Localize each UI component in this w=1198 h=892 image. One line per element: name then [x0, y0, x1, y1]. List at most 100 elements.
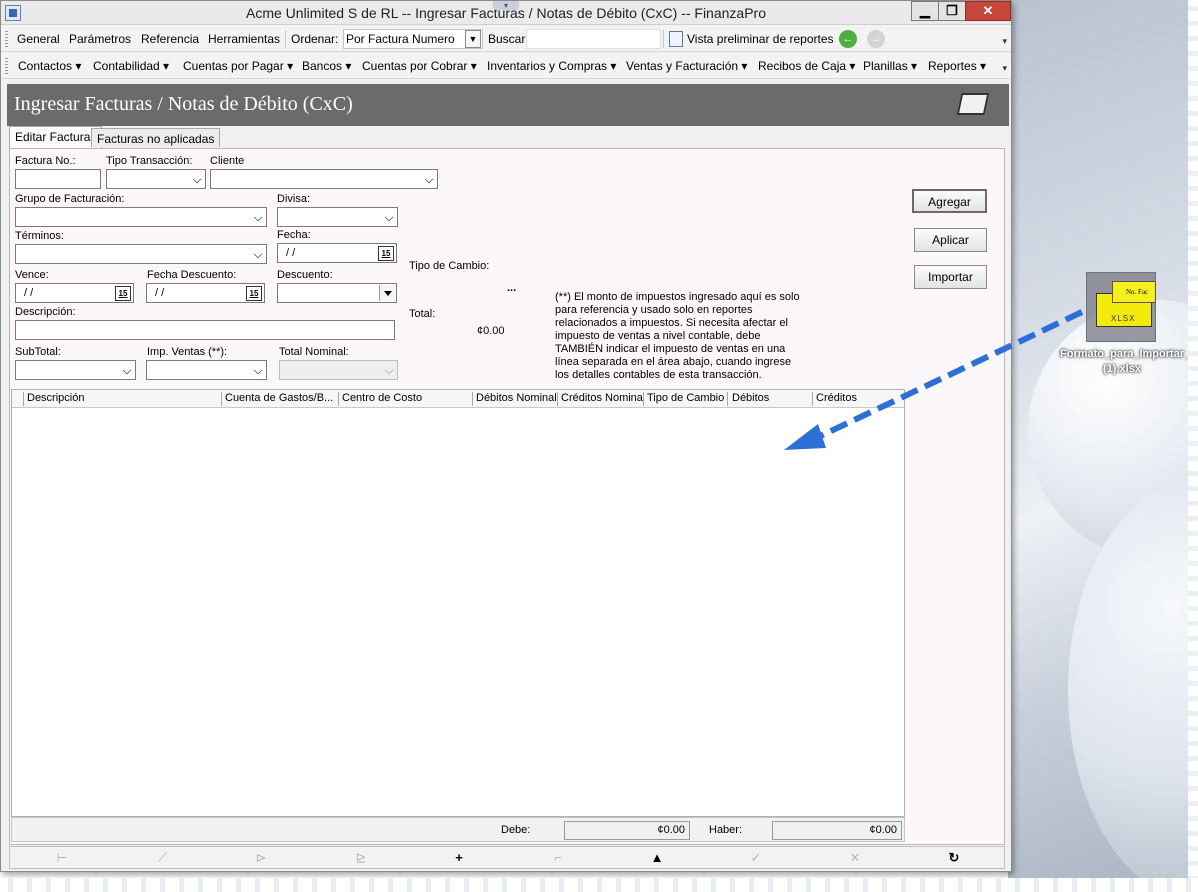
chevron-down-icon — [253, 365, 263, 375]
cancel-record-icon[interactable]: ✕ — [847, 850, 863, 866]
column-separator[interactable] — [812, 392, 813, 406]
importar-button[interactable]: Importar — [914, 265, 987, 289]
edit-record-icon[interactable]: ⌐ — [550, 850, 566, 866]
menu-planillas[interactable]: Planillas ▾ — [863, 59, 917, 73]
column-header-tipo-cambio[interactable]: Tipo de Cambio — [647, 392, 727, 404]
tab-facturas-no-aplicadas[interactable]: Facturas no aplicadas — [91, 128, 221, 147]
vence-date-input[interactable]: / / 15 — [15, 283, 134, 303]
xlsx-file-name[interactable]: Formato_para_Importar_C...r (1).xlsx — [1060, 347, 1198, 377]
column-separator[interactable] — [23, 392, 24, 406]
calendar-icon[interactable]: 15 — [378, 246, 394, 261]
imp-ventas-label: Imp. Ventas (**): — [147, 346, 228, 358]
debe-label: Debe: — [501, 824, 531, 836]
column-header-creditos[interactable]: Créditos — [816, 392, 896, 404]
toolbar-grip[interactable] — [5, 31, 8, 47]
calendar-icon[interactable]: 15 — [246, 286, 262, 301]
subtotal-select[interactable] — [15, 360, 136, 380]
menu-recibos-de-caja[interactable]: Recibos de Caja ▾ — [758, 59, 855, 73]
tipo-cambio-value[interactable]: ... — [507, 282, 516, 294]
column-separator[interactable] — [221, 392, 222, 406]
grupo-facturacion-select[interactable] — [15, 207, 267, 227]
fecha-descuento-value: / / — [155, 287, 165, 299]
search-label: Buscar: — [488, 32, 529, 46]
close-button[interactable]: ✕ — [965, 1, 1011, 21]
forward-arrow-icon[interactable]: → — [867, 30, 885, 48]
record-navigator: ⊢ ⟋ ⊳ ⊵ + ⌐ ▲ ✓ ✕ ↻ — [9, 846, 1005, 869]
descripcion-input[interactable] — [15, 320, 395, 340]
restore-button[interactable]: ❐ — [938, 1, 966, 21]
aplicar-button[interactable]: Aplicar — [914, 228, 987, 252]
menu-contactos[interactable]: Contactos ▾ — [18, 59, 81, 73]
imp-ventas-select[interactable] — [146, 360, 267, 380]
column-separator[interactable] — [557, 392, 558, 406]
refresh-icon[interactable]: ↻ — [946, 850, 962, 866]
fecha-descuento-date-input[interactable]: / / 15 — [146, 283, 265, 303]
fecha-date-input[interactable]: / / 15 — [277, 243, 397, 263]
main-toolbar: General Parámetros Referencia Herramient… — [1, 26, 1011, 52]
column-separator[interactable] — [472, 392, 473, 406]
xlsx-file-icon[interactable]: XLSX No. Fac — [1086, 272, 1156, 342]
accounting-details-grid[interactable]: Descripción Cuenta de Gastos/B... Centro… — [11, 389, 905, 817]
factura-no-input[interactable] — [15, 169, 101, 189]
column-separator[interactable] — [727, 392, 728, 406]
toolbar-overflow-icon[interactable]: ▾ — [1002, 63, 1007, 74]
next-record-icon[interactable]: ⊳ — [253, 850, 269, 866]
agregar-button[interactable]: Agregar — [912, 189, 987, 213]
menu-cuentas-por-pagar[interactable]: Cuentas por Pagar ▾ — [183, 59, 293, 73]
column-header-centro-costo[interactable]: Centro de Costo — [342, 392, 470, 404]
tab-editar-facturas[interactable]: Editar Facturas — [9, 126, 103, 148]
previous-record-icon[interactable]: ⟋ — [154, 850, 170, 866]
minimize-button[interactable]: ▁ — [911, 1, 939, 21]
toolbar-separator — [285, 30, 286, 48]
toolbar-overflow-icon[interactable]: ▾ — [1002, 36, 1007, 47]
chevron-down-icon[interactable]: ▾ — [493, 1, 519, 10]
calendar-icon[interactable]: 15 — [115, 286, 131, 301]
menu-referencia[interactable]: Referencia — [141, 32, 199, 46]
menu-herramientas[interactable]: Herramientas — [208, 32, 280, 46]
column-header-debitos-nominal[interactable]: Débitos Nominal — [476, 392, 558, 404]
menu-contabilidad[interactable]: Contabilidad ▾ — [93, 59, 169, 73]
menu-parametros[interactable]: Parámetros — [69, 32, 131, 46]
terminos-select[interactable] — [15, 244, 267, 264]
menu-ventas-y-facturacion[interactable]: Ventas y Facturación ▾ — [626, 59, 747, 73]
grid-header: Descripción Cuenta de Gastos/B... Centro… — [12, 390, 904, 408]
confirm-record-icon[interactable]: ✓ — [748, 850, 764, 866]
column-header-cuenta[interactable]: Cuenta de Gastos/B... — [225, 392, 337, 404]
add-record-icon[interactable]: + — [451, 850, 467, 866]
column-header-debitos[interactable]: Débitos — [732, 392, 812, 404]
factura-no-label: Factura No.: — [15, 155, 76, 167]
move-up-icon[interactable]: ▲ — [649, 850, 665, 866]
total-nominal-label: Total Nominal: — [279, 346, 349, 358]
search-input[interactable] — [526, 29, 661, 49]
module-toolbar: Contactos ▾ Contabilidad ▾ Cuentas por P… — [1, 53, 1011, 79]
divisa-select[interactable] — [277, 207, 398, 227]
tipo-transaccion-select[interactable] — [106, 169, 206, 189]
menu-inventarios-y-compras[interactable]: Inventarios y Compras ▾ — [487, 59, 616, 73]
haber-total: ¢0.00 — [772, 821, 902, 840]
column-separator[interactable] — [338, 392, 339, 406]
menu-cuentas-por-cobrar[interactable]: Cuentas por Cobrar ▾ — [362, 59, 477, 73]
last-record-icon[interactable]: ⊵ — [353, 850, 369, 866]
title-bar: Acme Unlimited S de RL -- Ingresar Factu… — [1, 1, 1011, 25]
subtotal-label: SubTotal: — [15, 346, 61, 358]
column-header-descripcion[interactable]: Descripción — [27, 392, 222, 404]
chevron-down-icon — [253, 249, 263, 259]
menu-bancos[interactable]: Bancos ▾ — [302, 59, 351, 73]
wallpaper-swirl-lower — [1068, 480, 1198, 892]
toolbar-grip[interactable] — [5, 58, 8, 74]
cliente-select[interactable] — [210, 169, 438, 189]
chevron-down-icon[interactable]: ▼ — [465, 30, 481, 48]
report-preview-button[interactable]: Vista preliminar de reportes — [687, 32, 834, 46]
descuento-select[interactable] — [277, 283, 397, 303]
back-arrow-icon[interactable]: ← — [839, 30, 857, 48]
column-header-creditos-nominal[interactable]: Créditos Nominal — [561, 392, 643, 404]
order-select[interactable]: Por Factura Numero — [343, 29, 483, 49]
open-folder-icon — [956, 93, 990, 115]
descuento-label: Descuento: — [277, 269, 333, 281]
report-preview-icon[interactable] — [669, 31, 683, 47]
chevron-down-icon — [424, 174, 434, 184]
menu-general[interactable]: General — [17, 32, 60, 46]
first-record-icon[interactable]: ⊢ — [54, 850, 70, 866]
menu-reportes[interactable]: Reportes ▾ — [928, 59, 986, 73]
column-separator[interactable] — [643, 392, 644, 406]
